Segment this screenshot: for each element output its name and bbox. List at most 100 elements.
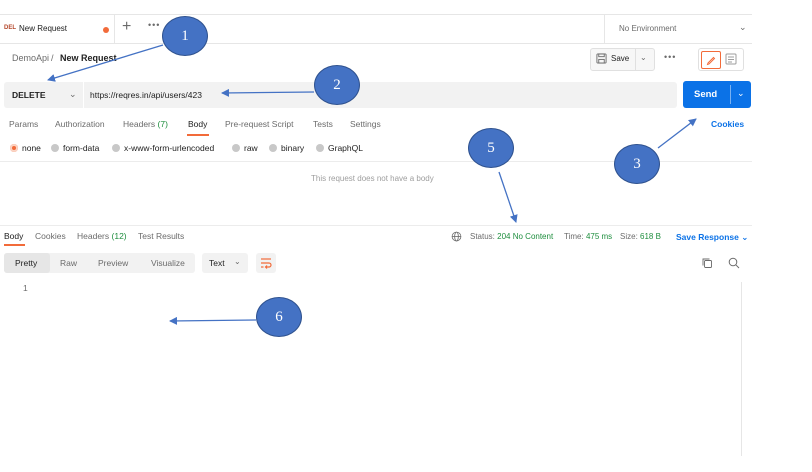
radio-icon xyxy=(112,144,120,152)
request-tab-new-request[interactable]: DEL New Request xyxy=(0,15,115,43)
wrap-lines-button[interactable] xyxy=(256,253,276,273)
response-tab-cookies[interactable]: Cookies xyxy=(35,231,66,241)
callout-arrow-5 xyxy=(498,171,518,223)
breadcrumb-request-name[interactable]: New Request xyxy=(60,53,117,63)
radio-label: form-data xyxy=(63,143,100,153)
globe-icon[interactable] xyxy=(451,231,462,242)
tab-headers[interactable]: Headers (7) xyxy=(123,119,168,129)
editor-scrollbar[interactable] xyxy=(741,282,742,456)
document-icon[interactable] xyxy=(725,53,737,65)
response-status: Status: 204 No Content xyxy=(470,232,553,241)
callout-number: 5 xyxy=(487,139,495,156)
radio-label: GraphQL xyxy=(328,143,363,153)
radio-label: binary xyxy=(281,143,305,153)
unsaved-dot-icon xyxy=(103,27,109,33)
radio-selected-icon xyxy=(10,144,18,152)
send-divider xyxy=(730,85,731,104)
tab-pre-request-script[interactable]: Pre-request Script xyxy=(225,119,294,129)
time-value: 475 ms xyxy=(585,232,613,241)
save-label: Save xyxy=(611,54,630,63)
save-divider xyxy=(635,49,636,70)
response-tab-headers[interactable]: Headers (12) xyxy=(77,231,127,241)
save-button[interactable]: Save ⌄ xyxy=(590,48,655,71)
view-toggle[interactable] xyxy=(698,48,744,71)
wrap-icon xyxy=(261,258,272,269)
radio-icon xyxy=(51,144,59,152)
radio-icon xyxy=(316,144,324,152)
breadcrumb-collection[interactable]: DemoApi xyxy=(12,53,49,63)
view-mode-group: Pretty Raw Preview Visualize xyxy=(4,253,195,273)
response-size: Size: 618 B xyxy=(620,232,661,241)
tab-headers-count: (7) xyxy=(157,119,168,129)
tab-settings[interactable]: Settings xyxy=(350,119,381,129)
status-label: Status: xyxy=(470,232,495,241)
view-mode-pretty[interactable]: Pretty xyxy=(15,258,37,268)
divider xyxy=(0,225,752,226)
response-time: Time: 475 ms xyxy=(564,232,612,241)
chevron-down-icon[interactable]: ⌄ xyxy=(640,53,647,62)
format-select[interactable]: Text ⌄ xyxy=(202,253,248,273)
radio-icon xyxy=(269,144,277,152)
time-label: Time: xyxy=(564,232,584,241)
callout-6: 6 xyxy=(256,297,302,337)
tab-params[interactable]: Params xyxy=(9,119,38,129)
tab-title: New Request xyxy=(19,24,68,33)
tab-body[interactable]: Body xyxy=(188,119,207,129)
url-input[interactable]: https://reqres.in/api/users/423 xyxy=(84,82,677,108)
save-response-button[interactable]: Save Response ⌄ xyxy=(676,232,748,243)
method-label: DELETE xyxy=(12,90,46,100)
status-value: 204 No Content xyxy=(497,232,554,241)
cookies-link[interactable]: Cookies xyxy=(711,119,744,129)
copy-icon[interactable] xyxy=(701,257,713,269)
callout-2: 2 xyxy=(314,65,360,105)
callout-number: 2 xyxy=(333,76,341,93)
size-value: 618 B xyxy=(640,232,661,241)
more-icon[interactable]: ••• xyxy=(148,20,160,30)
tab-authorization[interactable]: Authorization xyxy=(55,119,105,129)
view-mode-visualize[interactable]: Visualize xyxy=(151,258,185,268)
url-text: https://reqres.in/api/users/423 xyxy=(90,90,202,100)
response-tab-headers-label: Headers xyxy=(77,231,110,241)
search-icon[interactable] xyxy=(728,257,740,269)
response-tab-test-results[interactable]: Test Results xyxy=(138,231,184,241)
tab-bar: DEL New Request + ••• No Environment ⌄ xyxy=(0,14,752,44)
method-select[interactable]: DELETE ⌄ xyxy=(4,82,83,108)
environment-select[interactable]: No Environment ⌄ xyxy=(604,15,753,43)
view-mode-preview[interactable]: Preview xyxy=(98,258,128,268)
tab-tests[interactable]: Tests xyxy=(313,119,333,129)
callout-arrow-6 xyxy=(169,316,257,325)
callout-1: 1 xyxy=(162,16,208,56)
callout-arrow-3 xyxy=(657,118,697,149)
callout-number: 3 xyxy=(633,155,641,172)
save-response-label: Save Response xyxy=(676,232,739,242)
chevron-down-icon[interactable]: ⌄ xyxy=(737,88,745,99)
empty-body-message: This request does not have a body xyxy=(311,174,434,183)
view-mode-raw[interactable]: Raw xyxy=(60,258,77,268)
chevron-down-icon: ⌄ xyxy=(739,22,747,32)
send-button[interactable]: Send ⌄ xyxy=(683,81,751,108)
breadcrumb-separator: / xyxy=(51,53,54,63)
active-tab-indicator xyxy=(187,134,209,136)
chevron-down-icon: ⌄ xyxy=(234,257,241,266)
radio-label: raw xyxy=(244,143,258,153)
pencil-icon xyxy=(706,56,716,66)
response-tab-headers-count: (12) xyxy=(111,231,127,241)
pencil-button[interactable] xyxy=(701,51,721,69)
callout-3: 3 xyxy=(614,144,660,184)
callout-number: 1 xyxy=(181,27,189,44)
radio-label: none xyxy=(22,143,41,153)
more-icon[interactable]: ••• xyxy=(664,52,676,62)
save-icon xyxy=(596,53,607,64)
active-tab-indicator xyxy=(4,244,25,246)
format-label: Text xyxy=(209,258,225,268)
radio-label: x-www-form-urlencoded xyxy=(124,143,215,153)
tab-method-badge: DEL xyxy=(4,25,16,31)
line-number: 1 xyxy=(23,283,28,293)
radio-icon xyxy=(232,144,240,152)
callout-5: 5 xyxy=(468,128,514,168)
plus-icon[interactable]: + xyxy=(122,19,131,35)
callout-number: 6 xyxy=(275,308,283,325)
response-tab-body[interactable]: Body xyxy=(4,231,23,241)
chevron-down-icon: ⌄ xyxy=(741,232,749,242)
size-label: Size: xyxy=(620,232,638,241)
